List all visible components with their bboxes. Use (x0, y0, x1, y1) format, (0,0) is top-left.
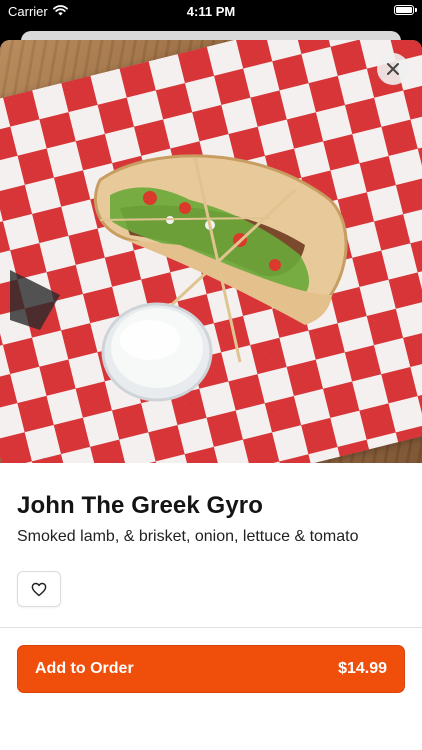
add-to-order-button[interactable]: Add to Order $14.99 (17, 645, 405, 693)
item-price: $14.99 (338, 660, 387, 677)
close-button[interactable] (377, 53, 409, 85)
bottom-action-bar: Add to Order $14.99 (0, 627, 422, 750)
item-description: Smoked lamb, & brisket, onion, lettuce &… (17, 528, 359, 545)
close-icon (387, 63, 399, 75)
status-time: 4:11 PM (186, 4, 236, 19)
heart-outline-icon (31, 582, 47, 596)
gyro-illustration (10, 154, 348, 402)
add-to-order-label: Add to Order (35, 660, 134, 677)
battery-icon (394, 5, 417, 15)
item-title: John The Greek Gyro (17, 492, 263, 519)
item-photo (0, 40, 422, 463)
status-bar: Carrier 4:11 PM (0, 0, 422, 24)
favorite-button[interactable] (17, 571, 61, 607)
